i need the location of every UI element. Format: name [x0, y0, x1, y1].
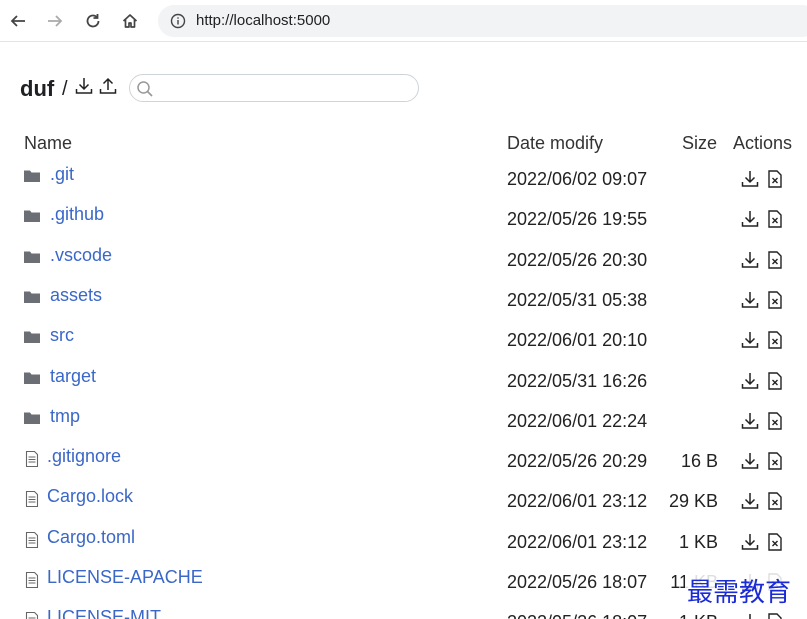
table-row: .vscode 2022/05/26 20:30 — [0, 244, 807, 284]
folder-link[interactable]: tmp — [50, 406, 80, 427]
file-size: 29 KB — [668, 491, 718, 512]
folder-icon — [23, 328, 41, 346]
search-box[interactable] — [129, 74, 419, 102]
search-icon — [137, 81, 153, 97]
download-icon[interactable] — [740, 169, 760, 189]
table-row: src 2022/06/01 20:10 — [0, 324, 807, 364]
delete-file-icon[interactable] — [765, 532, 785, 552]
date-modified: 2022/05/26 20:29 — [507, 451, 648, 472]
date-modified: 2022/05/26 19:55 — [507, 209, 648, 230]
delete-file-icon[interactable] — [765, 451, 785, 471]
folder-link[interactable]: .git — [50, 164, 74, 185]
file-size: 1 KB — [679, 612, 718, 619]
file-link[interactable]: LICENSE-MIT — [47, 607, 161, 619]
forward-arrow-icon[interactable] — [44, 10, 66, 32]
search-input[interactable] — [158, 78, 408, 98]
table-row: tmp 2022/06/01 22:24 — [0, 405, 807, 445]
column-header-size[interactable]: Size — [682, 133, 717, 154]
folder-icon — [23, 369, 41, 387]
download-icon[interactable] — [740, 612, 760, 619]
table-row: .gitignore 2022/05/26 20:29 16 B — [0, 445, 807, 485]
back-arrow-icon[interactable] — [7, 10, 29, 32]
url-text: http://localhost:5000 — [196, 12, 331, 29]
folder-icon — [23, 409, 41, 427]
table-row: .git 2022/06/02 09:07 — [0, 163, 807, 203]
table-row: Cargo.lock 2022/06/01 23:12 29 KB — [0, 485, 807, 525]
date-modified: 2022/06/01 22:24 — [507, 410, 648, 431]
file-icon — [23, 531, 41, 549]
breadcrumb-separator: / — [62, 78, 68, 100]
column-header-actions: Actions — [733, 133, 793, 153]
folder-link[interactable]: src — [50, 325, 74, 346]
home-icon[interactable] — [119, 10, 141, 32]
folder-icon — [23, 288, 41, 306]
delete-file-icon[interactable] — [765, 612, 785, 619]
table-row: .github 2022/05/26 19:55 — [0, 203, 807, 243]
date-modified: 2022/06/01 23:12 — [507, 491, 648, 512]
folder-link[interactable]: .github — [50, 204, 104, 225]
delete-file-icon[interactable] — [765, 250, 785, 270]
file-icon — [23, 571, 41, 589]
file-link[interactable]: .gitignore — [47, 446, 121, 467]
file-icon — [23, 611, 41, 619]
download-icon[interactable] — [740, 532, 760, 552]
folder-icon — [23, 207, 41, 225]
folder-link[interactable]: target — [50, 366, 96, 387]
download-icon[interactable] — [74, 76, 94, 96]
download-icon[interactable] — [740, 491, 760, 511]
download-icon[interactable] — [740, 411, 760, 431]
column-header-date[interactable]: Date modify — [507, 133, 603, 154]
download-icon[interactable] — [740, 250, 760, 270]
file-size: 1 KB — [678, 531, 718, 552]
download-icon[interactable] — [740, 371, 760, 391]
browser-toolbar: http://localhost:5000 — [0, 0, 807, 42]
date-modified: 2022/05/26 18:07 — [507, 572, 648, 592]
folder-link[interactable]: .vscode — [50, 245, 112, 266]
folder-icon — [23, 248, 41, 266]
folder-icon — [23, 167, 41, 185]
info-icon[interactable] — [170, 13, 186, 29]
table-row: Cargo.toml 2022/06/01 23:12 1 KB — [0, 526, 807, 566]
date-modified: 2022/06/01 23:12 — [507, 531, 648, 552]
breadcrumb-root[interactable]: duf — [20, 76, 54, 102]
date-modified: 2022/05/26 18:07 — [507, 612, 647, 619]
download-icon[interactable] — [740, 209, 760, 229]
download-icon[interactable] — [740, 290, 760, 310]
table-row: assets 2022/05/31 05:38 — [0, 284, 807, 324]
delete-file-icon[interactable] — [765, 371, 785, 391]
watermark: 最需教育 — [685, 572, 794, 609]
file-icon — [23, 450, 41, 468]
file-link[interactable]: Cargo.lock — [47, 486, 133, 507]
file-link[interactable]: Cargo.toml — [47, 527, 135, 548]
date-modified: 2022/05/31 05:38 — [507, 289, 648, 310]
delete-file-icon[interactable] — [765, 290, 785, 310]
column-header-name[interactable]: Name — [24, 133, 72, 154]
date-modified: 2022/05/26 20:30 — [507, 249, 648, 270]
upload-icon[interactable] — [98, 76, 118, 96]
reload-icon[interactable] — [82, 10, 104, 32]
file-icon — [23, 490, 41, 508]
delete-file-icon[interactable] — [765, 209, 785, 229]
date-modified: 2022/06/01 20:10 — [507, 330, 648, 351]
delete-file-icon[interactable] — [765, 330, 785, 350]
file-link[interactable]: LICENSE-APACHE — [47, 567, 203, 588]
folder-link[interactable]: assets — [50, 285, 102, 306]
table-row: target 2022/05/31 16:26 — [0, 365, 807, 405]
date-modified: 2022/06/02 09:07 — [507, 169, 648, 189]
file-size: 16 B — [680, 451, 718, 472]
download-icon[interactable] — [740, 451, 760, 471]
address-bar[interactable]: http://localhost:5000 — [158, 5, 807, 37]
delete-file-icon[interactable] — [765, 491, 785, 511]
download-icon[interactable] — [740, 330, 760, 350]
delete-file-icon[interactable] — [765, 169, 785, 189]
date-modified: 2022/05/31 16:26 — [507, 370, 648, 391]
delete-file-icon[interactable] — [765, 411, 785, 431]
